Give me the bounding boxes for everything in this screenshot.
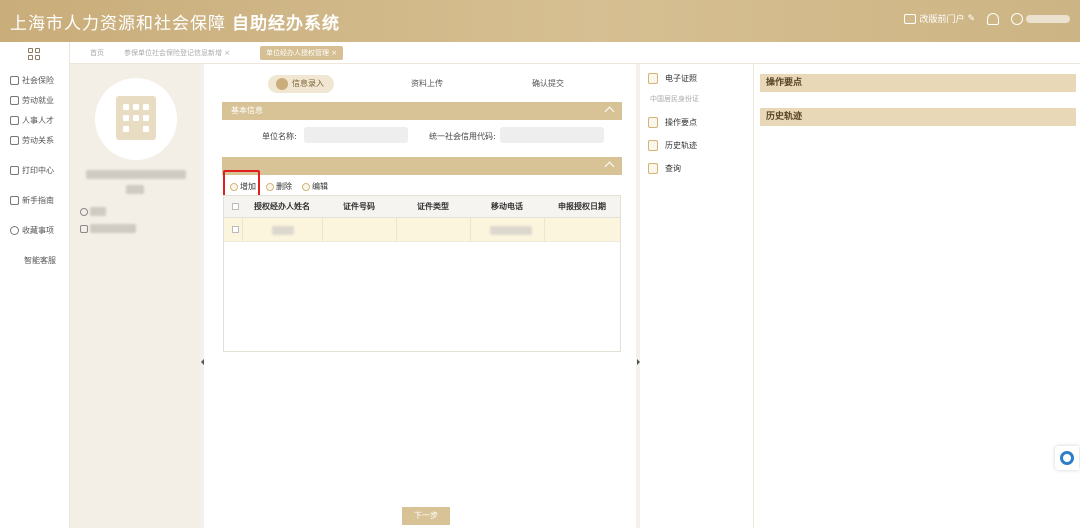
avatar (95, 78, 177, 160)
agent-name-redacted (272, 226, 294, 235)
edit-button[interactable]: 编辑 (302, 181, 328, 192)
sidebar-item-smart-service[interactable]: 智能客服 (0, 255, 70, 266)
row-checkbox[interactable] (232, 226, 239, 233)
history-header: 历史轨迹 (760, 108, 1076, 126)
note-icon (648, 117, 658, 128)
assistant-icon (1060, 451, 1074, 465)
authorization-table: 授权经办人姓名 证件号码 证件类型 移动电话 申报授权日期 (223, 195, 621, 352)
edit-icon: ✎ (967, 13, 975, 24)
delete-icon (266, 182, 274, 191)
user-icon (1011, 12, 1023, 25)
table-row[interactable] (224, 218, 620, 242)
printer-icon (10, 166, 19, 175)
app-header: 上海市人力资源和社会保障 自助经办系统 改版前门户 ✎ (0, 0, 1080, 42)
chevron-up-icon[interactable] (604, 106, 615, 117)
app-title: 上海市人力资源和社会保障 自助经办系统 (10, 14, 340, 34)
app-title-bold: 自助经办系统 (232, 14, 340, 34)
sidebar-item-favorites[interactable]: 收藏事项 (0, 225, 70, 236)
detail-panel: 操作要点 历史轨迹 (754, 64, 1080, 528)
old-portal-link[interactable]: 改版前门户 ✎ (904, 12, 975, 25)
phone-redacted (90, 224, 136, 233)
select-all-checkbox[interactable] (232, 203, 239, 210)
sidebar-item-guide[interactable]: 新手指南 (0, 195, 70, 206)
column-header: 证件类型 (417, 202, 449, 211)
panel-item-query[interactable]: 查询 (648, 163, 681, 174)
tab-close-icon[interactable]: × (224, 49, 230, 57)
phone-redacted (490, 226, 532, 235)
guide-icon (10, 196, 19, 205)
panel-item-history[interactable]: 历史轨迹 (648, 140, 697, 151)
notification-button[interactable] (987, 12, 999, 25)
authorization-section-header[interactable] (222, 157, 622, 175)
tab-home[interactable]: 首页 (84, 46, 110, 60)
contact-redacted (90, 207, 106, 216)
sidebar-item-employment[interactable]: 劳动就业 (0, 95, 70, 106)
header-actions: 改版前门户 ✎ (904, 12, 1070, 25)
tab-close-icon[interactable]: × (331, 49, 337, 57)
edit-icon (302, 182, 310, 191)
shield-icon (10, 76, 19, 85)
tab-bar: 首页 参保单位社会保险登记信息新增 × 单位经办人授权管理 × (70, 42, 1080, 64)
sidebar-item-labor-relations[interactable]: 劳动关系 (0, 135, 70, 146)
user-menu[interactable] (1011, 12, 1070, 25)
unit-name-value (304, 127, 408, 143)
credit-code-value (500, 127, 604, 143)
document-icon (10, 136, 19, 145)
step-info-entry[interactable]: 信息录入 (268, 75, 334, 93)
sidebar-item-social-insurance[interactable]: 社会保险 (0, 75, 70, 86)
assistant-float-button[interactable] (1055, 446, 1079, 470)
main-form: 信息录入 资料上传 确认提交 基本信息 单位名称: 统一社会信用代码: 增加 删… (204, 64, 636, 528)
key-points-header: 操作要点 (760, 74, 1076, 92)
column-header: 移动电话 (491, 202, 523, 211)
person-icon (10, 96, 19, 105)
panel-item-e-certificate[interactable]: 电子证照 (648, 73, 697, 84)
building-icon (116, 96, 156, 140)
sidebar-item-print-center[interactable]: 打印中心 (0, 165, 70, 176)
star-icon (10, 226, 19, 235)
column-header: 授权经办人姓名 (254, 202, 310, 211)
column-header: 证件号码 (343, 202, 375, 211)
people-icon (10, 116, 19, 125)
id-card-label[interactable]: 中国居民身份证 (650, 94, 699, 104)
tab-insurance-registration[interactable]: 参保单位社会保险登记信息新增 × (118, 46, 236, 60)
next-step-button[interactable]: 下一步 (402, 507, 450, 525)
history-icon (648, 140, 658, 151)
bell-icon (987, 12, 999, 25)
person-icon (80, 208, 88, 216)
tab-agent-authorization[interactable]: 单位经办人授权管理 × (260, 46, 344, 60)
unit-info-redacted (126, 185, 144, 194)
delete-button[interactable]: 删除 (266, 181, 292, 192)
step-confirm[interactable]: 确认提交 (532, 75, 564, 93)
table-header: 授权经办人姓名 证件号码 证件类型 移动电话 申报授权日期 (224, 196, 620, 218)
step-upload[interactable]: 资料上传 (411, 75, 443, 93)
credit-code-label: 统一社会信用代码: (429, 132, 496, 141)
unit-profile-panel (70, 64, 204, 528)
monitor-icon (904, 13, 917, 24)
certificate-icon (648, 73, 658, 84)
user-name-redacted (1026, 14, 1070, 23)
search-icon (648, 163, 658, 174)
chevron-up-icon[interactable] (604, 161, 615, 172)
basic-info-header[interactable]: 基本信息 (222, 102, 622, 120)
column-header: 申报授权日期 (558, 202, 606, 211)
edit-step-icon (276, 78, 288, 90)
unit-name-redacted (86, 170, 186, 179)
panel-item-key-points[interactable]: 操作要点 (648, 117, 697, 128)
phone-icon (80, 225, 88, 233)
unit-name-label: 单位名称: (262, 132, 297, 141)
left-sidebar: 社会保险 劳动就业 人事人才 劳动关系 打印中心 新手指南 收藏事项 智能客服 (0, 42, 70, 528)
right-panel: 电子证照 中国居民身份证 操作要点 历史轨迹 查询 (640, 64, 754, 528)
sidebar-item-personnel[interactable]: 人事人才 (0, 115, 70, 126)
apps-grid-icon[interactable] (28, 48, 40, 60)
